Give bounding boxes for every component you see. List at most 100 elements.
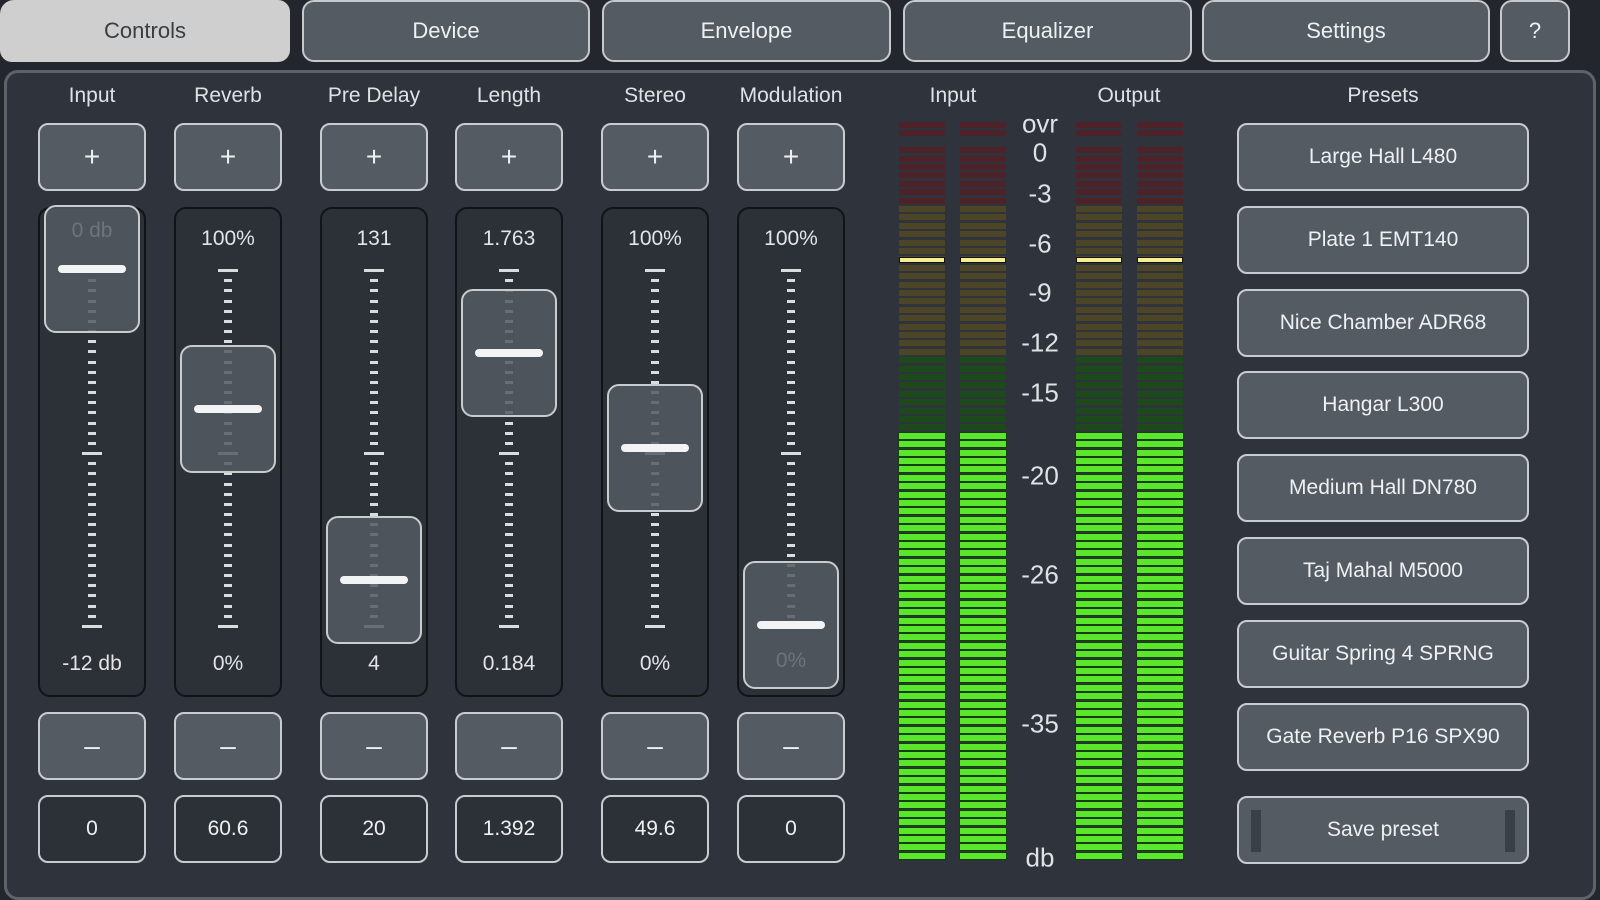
slider-tick	[370, 502, 378, 506]
meter-peak-hold	[1076, 257, 1122, 264]
preset-button[interactable]: Large Hall L480	[1237, 123, 1529, 191]
input-increment-button[interactable]: +	[38, 123, 146, 191]
preset-button[interactable]: Guitar Spring 4 SPRNG	[1237, 619, 1529, 688]
meter-segment	[899, 281, 945, 288]
stereo-slider-handle[interactable]	[607, 384, 703, 513]
length-slider-handle[interactable]	[461, 288, 557, 417]
modulation-slider[interactable]: 100%0%0%	[737, 207, 845, 697]
preset-button[interactable]: Nice Chamber ADR68	[1237, 288, 1529, 357]
stereo-decrement-button[interactable]: –	[601, 712, 709, 780]
meter-segment-lit	[1075, 515, 1123, 524]
input-decrement-button[interactable]: –	[38, 712, 146, 780]
tab-equalizer[interactable]: Equalizer	[903, 0, 1192, 62]
meter-segment-lit	[898, 440, 946, 449]
length-slider[interactable]: 1.763 0.184	[455, 207, 563, 697]
meter-segment-lit	[1136, 515, 1184, 524]
meter-segment-lit	[1136, 541, 1184, 549]
meter-segment-lit	[1075, 658, 1123, 667]
length-value-field[interactable]: 1.392	[455, 795, 563, 863]
reverb-value-field[interactable]: 60.6	[174, 795, 282, 863]
meter-segment-lit	[959, 658, 1007, 667]
meter-segment-lit	[1075, 583, 1123, 591]
input-slider[interactable]: 0 db-12 db0 db	[38, 205, 146, 697]
slider-tick	[787, 289, 795, 293]
meter-segment-lit	[959, 431, 1007, 440]
slider-tick	[88, 431, 96, 435]
preset-button[interactable]: Gate Reverb P16 SPX90	[1237, 702, 1529, 771]
meter-segment-lit	[898, 591, 946, 600]
stereo-increment-button[interactable]: +	[601, 123, 709, 191]
tab-device[interactable]: Device	[302, 0, 590, 62]
preset-button[interactable]: Plate 1 EMT140	[1237, 205, 1529, 274]
tab-settings[interactable]: Settings	[1202, 0, 1490, 62]
meter-segment	[899, 264, 945, 271]
minus-icon: –	[783, 730, 799, 761]
meter-segment-lit	[898, 616, 946, 625]
reverb-decrement-button[interactable]: –	[174, 712, 282, 780]
meter-segment	[960, 332, 1006, 338]
reverb-slider-handle[interactable]	[180, 345, 276, 474]
plus-icon: +	[365, 141, 383, 172]
tab-controls[interactable]: Controls	[0, 0, 290, 62]
meter-segment-lit	[959, 851, 1007, 860]
modulation-slider-handle[interactable]: 0%	[743, 561, 839, 689]
slider-tick	[787, 441, 795, 445]
pre-delay-slider-handle[interactable]	[326, 516, 422, 645]
stereo-slider[interactable]: 100% 0%	[601, 207, 709, 697]
pre-delay-value-field[interactable]: 20	[320, 795, 428, 863]
meter-segment-lit	[898, 709, 946, 717]
slider-tick	[651, 350, 659, 354]
meter-segment	[1076, 180, 1122, 187]
length-increment-button[interactable]: +	[455, 123, 563, 191]
slider-tick	[224, 502, 232, 506]
meter-segment-lit	[1136, 851, 1184, 860]
slider-tick	[370, 492, 378, 496]
slider-tick	[499, 625, 519, 628]
modulation-increment-button[interactable]: +	[737, 123, 845, 191]
meter-segment	[1076, 424, 1122, 431]
slider-tick	[787, 472, 795, 476]
slider-tick	[651, 584, 659, 588]
meter-segment-lit	[959, 818, 1007, 827]
slider-tick	[505, 533, 513, 537]
help-button[interactable]: ?	[1500, 0, 1570, 62]
meter-segment	[960, 357, 1006, 364]
reverb-increment-button[interactable]: +	[174, 123, 282, 191]
slider-tick	[224, 330, 232, 334]
pre-delay-slider[interactable]: 131 4	[320, 207, 428, 697]
meter-segment	[899, 214, 945, 221]
meter-segment-lit	[1075, 490, 1123, 499]
output-meter-left	[1075, 122, 1123, 860]
modulation-value-field[interactable]: 0	[737, 795, 845, 863]
pre-delay-increment-button[interactable]: +	[320, 123, 428, 191]
input-value-field[interactable]: 0	[38, 795, 146, 863]
meter-segment-lit	[1075, 675, 1123, 684]
save-preset-button[interactable]: Save preset	[1237, 796, 1529, 864]
length-decrement-button[interactable]: –	[455, 712, 563, 780]
meter-segment-lit	[959, 650, 1007, 659]
meter-segment	[899, 180, 945, 187]
meter-segment-lit	[959, 499, 1007, 507]
preset-button[interactable]: Medium Hall DN780	[1237, 454, 1529, 523]
preset-button[interactable]: Hangar L300	[1237, 371, 1529, 440]
preset-button[interactable]: Taj Mahal M5000	[1237, 537, 1529, 605]
tab-envelope[interactable]: Envelope	[602, 0, 891, 62]
meter-segment	[960, 416, 1006, 422]
slider-tick	[651, 553, 659, 557]
stereo-value-field[interactable]: 49.6	[601, 795, 709, 863]
slider-tick	[88, 441, 96, 445]
meter-segment-lit	[1075, 650, 1123, 659]
pre-delay-decrement-button[interactable]: –	[320, 712, 428, 780]
meter-segment-lit	[1075, 431, 1123, 440]
slider-tick	[651, 319, 659, 323]
meter-segment	[899, 298, 945, 305]
meter-segment-lit	[1136, 793, 1184, 801]
meter-segment	[960, 365, 1006, 372]
meter-segment-lit	[1136, 641, 1184, 650]
meter-segment	[899, 340, 945, 347]
input-slider-handle[interactable]: 0 db	[44, 205, 140, 333]
meter-segment-lit	[1075, 826, 1123, 835]
modulation-decrement-button[interactable]: –	[737, 712, 845, 780]
meter-segment-lit	[1136, 692, 1184, 701]
reverb-slider[interactable]: 100% 0%	[174, 207, 282, 697]
